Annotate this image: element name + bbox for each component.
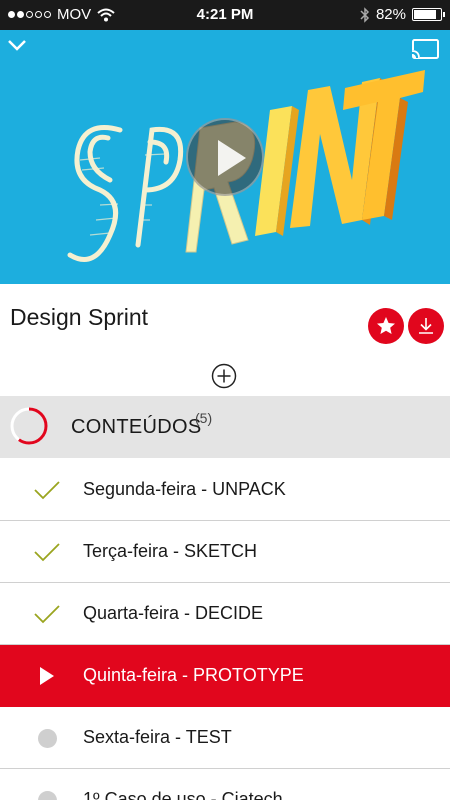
favorite-button[interactable] xyxy=(368,308,404,344)
battery-icon xyxy=(412,8,445,21)
battery-fill xyxy=(414,10,437,19)
download-button[interactable] xyxy=(408,308,444,344)
star-icon xyxy=(377,317,395,334)
lesson-label: 1º Caso de uso - Ciatech xyxy=(83,789,283,800)
lesson-item[interactable]: Segunda-feira - UNPACK xyxy=(0,459,450,521)
lesson-label: Quinta-feira - PROTOTYPE xyxy=(83,665,304,685)
check-icon xyxy=(34,481,60,500)
play-icon xyxy=(40,667,54,685)
section-count: (5) xyxy=(195,410,213,426)
bluetooth-icon xyxy=(360,6,370,23)
lesson-label: Terça-feira - SKETCH xyxy=(83,541,258,561)
lesson-label: Quarta-feira - DECIDE xyxy=(83,603,264,623)
pending-dot-icon xyxy=(38,729,57,748)
lesson-list: Segunda-feira - UNPACK Terça-feira - SKET… xyxy=(0,459,450,800)
cast-icon[interactable] xyxy=(410,38,440,60)
chevron-down-icon[interactable] xyxy=(6,36,28,54)
play-button[interactable] xyxy=(186,118,264,196)
course-title: Design Sprint xyxy=(10,304,149,330)
lesson-item[interactable]: Sexta-feira - TEST xyxy=(0,707,450,769)
contents-section-header[interactable]: CONTEÚDOS (5) xyxy=(0,396,450,458)
video-player[interactable] xyxy=(0,30,450,284)
lesson-label: Sexta-feira - TEST xyxy=(83,727,232,747)
download-icon xyxy=(419,318,433,334)
course-header: Design Sprint xyxy=(0,284,450,394)
play-icon xyxy=(218,140,246,176)
lesson-item[interactable]: Terça-feira - SKETCH xyxy=(0,521,450,583)
status-bar: MOV 4:21 PM 82% xyxy=(0,0,450,30)
lesson-item[interactable]: Quarta-feira - DECIDE xyxy=(0,583,450,645)
plus-circle-icon[interactable] xyxy=(211,363,237,389)
lesson-item[interactable]: 1º Caso de uso - Ciatech xyxy=(0,769,450,800)
battery-percent: 82% xyxy=(375,6,406,23)
check-icon xyxy=(34,605,60,624)
status-right: 82% xyxy=(360,6,445,23)
section-title: CONTEÚDOS xyxy=(71,416,202,438)
pending-dot-icon xyxy=(38,791,57,800)
progress-ring xyxy=(10,407,48,445)
lesson-label: Segunda-feira - UNPACK xyxy=(83,479,286,499)
check-icon xyxy=(34,543,60,562)
lesson-item[interactable]: Quinta-feira - PROTOTYPE xyxy=(0,645,450,707)
